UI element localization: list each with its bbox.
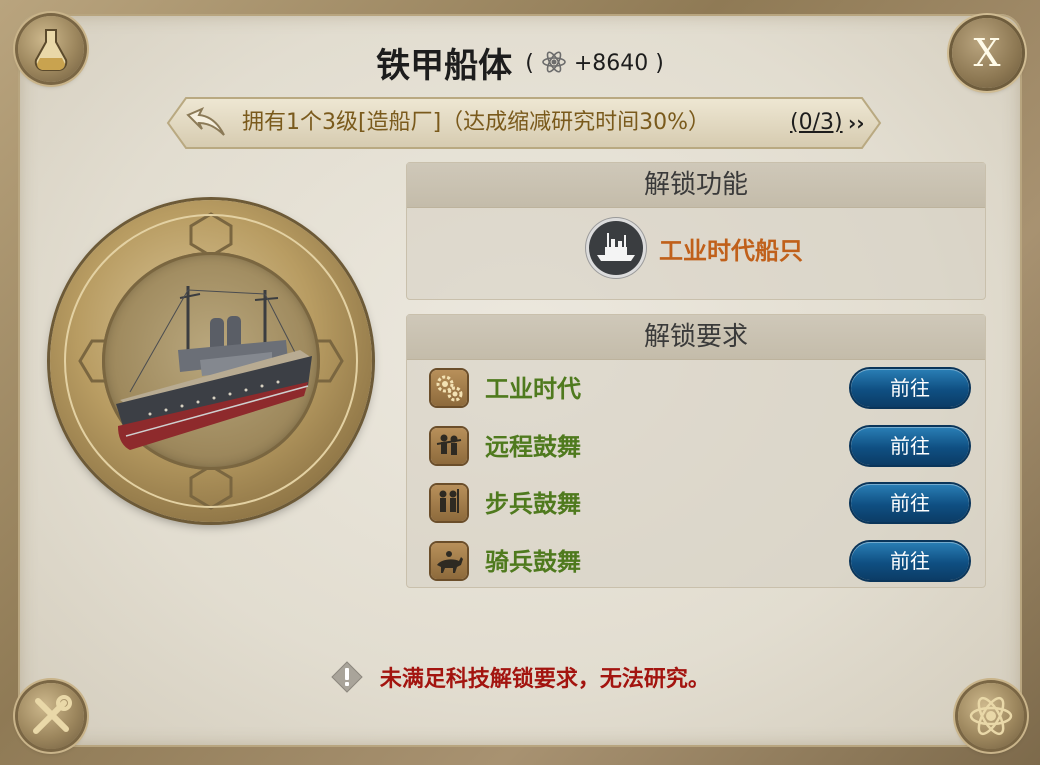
unlock-feature-item[interactable]: 工业时代船只 xyxy=(589,221,803,275)
chevron-right-icon: ›› xyxy=(848,111,865,135)
ranged-soldiers-icon xyxy=(431,428,467,464)
warning-message: 未满足科技解锁要求，无法研究。 xyxy=(0,660,1040,694)
exclamation-icon xyxy=(331,661,363,693)
go-button[interactable]: 前往 xyxy=(851,484,969,522)
cavalry-icon xyxy=(431,543,467,579)
requirement-label: 步兵鼓舞 xyxy=(485,490,581,518)
atom-icon xyxy=(542,51,566,73)
unlock-feature-label: 工业时代船只 xyxy=(659,236,803,265)
go-button[interactable]: 前往 xyxy=(851,369,969,407)
unlock-feature-heading: 解锁功能 xyxy=(407,163,985,208)
gears-icon xyxy=(431,370,467,406)
requirement-text: 拥有1个3级[造船厂]（达成缩减研究时间30%） xyxy=(242,110,711,135)
requirement-label: 骑兵鼓舞 xyxy=(485,548,581,576)
tech-medal xyxy=(50,200,372,522)
requirement-row: 骑兵鼓舞 前往 xyxy=(431,540,971,584)
cost-close-paren: ) xyxy=(655,51,664,76)
back-arrow-icon xyxy=(186,107,225,136)
requirement-row: 远程鼓舞 前往 xyxy=(431,425,971,469)
page-title: 铁甲船体 xyxy=(376,46,513,86)
research-cost: ( +8640 ) xyxy=(525,51,664,76)
unlock-requirements-section: 解锁要求 工业时代 前往 远程鼓舞 前往 步兵鼓舞 前往 骑兵鼓舞 前往 xyxy=(406,314,986,588)
requirement-row: 步兵鼓舞 前往 xyxy=(431,482,971,526)
requirement-row: 工业时代 前往 xyxy=(431,367,971,411)
go-button[interactable]: 前往 xyxy=(851,427,969,465)
battleship-icon xyxy=(589,221,643,275)
unlock-requirements-heading: 解锁要求 xyxy=(407,315,985,360)
cost-open-paren: ( xyxy=(525,51,534,76)
requirement-banner[interactable]: 拥有1个3级[造船厂]（达成缩减研究时间30%） (0/3) ›› xyxy=(166,96,882,150)
requirement-label: 远程鼓舞 xyxy=(485,433,581,461)
title-row: 铁甲船体 ( +8640 ) xyxy=(0,38,1040,87)
cost-value: +8640 xyxy=(573,51,649,76)
ironclad-ship-image xyxy=(116,286,312,450)
requirement-label: 工业时代 xyxy=(485,375,581,403)
infantry-icon xyxy=(431,485,467,521)
unlock-feature-section: 解锁功能 工业时代船只 xyxy=(406,162,986,300)
warning-text: 未满足科技解锁要求，无法研究。 xyxy=(379,667,710,692)
go-button[interactable]: 前往 xyxy=(851,542,969,580)
requirement-progress-link[interactable]: (0/3) xyxy=(790,96,843,150)
